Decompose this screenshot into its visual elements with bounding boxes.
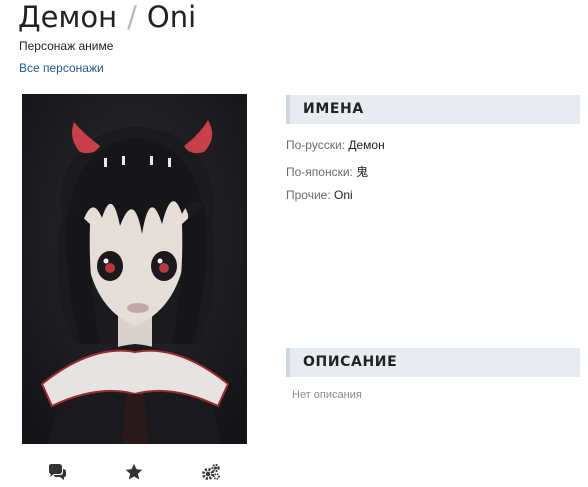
settings-button[interactable] bbox=[199, 460, 223, 484]
title-separator: / bbox=[127, 0, 137, 34]
gears-icon bbox=[202, 463, 220, 480]
name-russian-row: По-русски: Демон bbox=[286, 138, 385, 152]
name-russian-label: По-русски: bbox=[286, 138, 345, 152]
names-heading: ИМЕНА bbox=[303, 101, 364, 117]
all-characters-link[interactable]: Все персонажи bbox=[19, 61, 104, 75]
description-heading: ОПИСАНИЕ bbox=[303, 354, 398, 370]
character-actions bbox=[22, 460, 247, 484]
title-russian: Демон bbox=[18, 0, 118, 34]
name-japanese-label: По-японски: bbox=[286, 165, 353, 179]
page-title: Демон / Oni bbox=[18, 0, 196, 34]
name-other-label: Прочие: bbox=[286, 188, 331, 202]
names-section-header: ИМЕНА bbox=[286, 95, 580, 124]
star-icon bbox=[125, 463, 143, 480]
description-section-header: ОПИСАНИЕ bbox=[286, 348, 580, 377]
name-other-row: Прочие: Oni bbox=[286, 188, 353, 202]
title-english: Oni bbox=[146, 0, 197, 34]
character-type-label: Персонаж аниме bbox=[19, 39, 114, 53]
name-other-value: Oni bbox=[334, 188, 353, 202]
name-japanese-value: 鬼 bbox=[356, 165, 369, 179]
comments-icon bbox=[49, 464, 66, 480]
name-russian-value: Демон bbox=[348, 138, 385, 152]
name-japanese-row: По-японски: 鬼 bbox=[286, 163, 368, 180]
description-empty-text: Нет описания bbox=[292, 389, 362, 401]
character-illustration bbox=[22, 94, 247, 444]
favorite-button[interactable] bbox=[122, 460, 146, 484]
character-poster bbox=[22, 94, 247, 444]
comments-button[interactable] bbox=[45, 460, 69, 484]
